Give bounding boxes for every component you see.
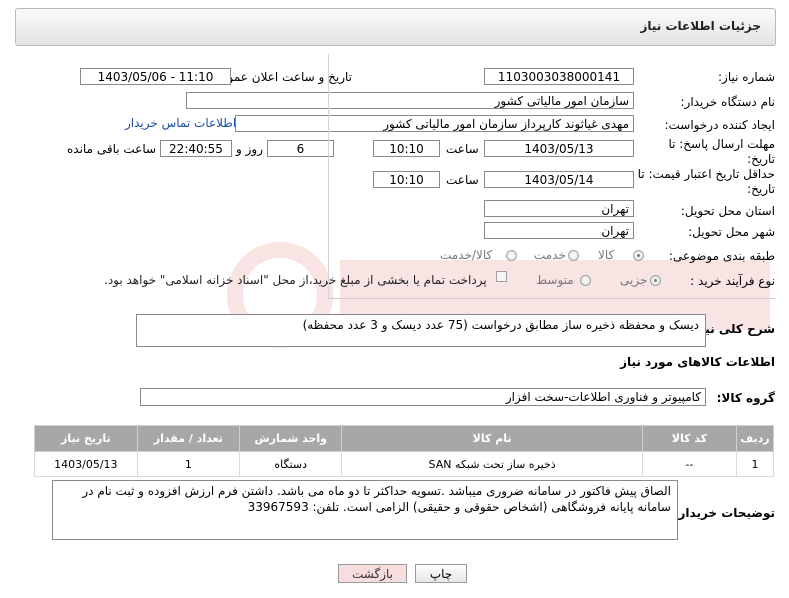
city-field: تهران [484, 222, 634, 239]
deadline-time-field: 10:10 [373, 140, 440, 157]
need-number-label: شماره نیاز: [718, 70, 775, 84]
category-option-goods-service: کالا/خدمت [440, 248, 493, 262]
cell-quantity: 1 [136, 451, 241, 477]
buyer-org-field: سازمان امور مالیاتی کشور [186, 92, 634, 109]
col-need-date: تاریخ نیاز [34, 425, 138, 452]
process-option-minor: جزیی [620, 273, 648, 287]
table-header-row: ردیف کد کالا نام کالا واحد شمارش تعداد /… [34, 425, 774, 452]
description-textarea[interactable]: دیسک و محفظه ذخیره ساز مطابق درخواست (75… [136, 314, 706, 347]
goods-group-label: گروه کالا: [716, 391, 775, 405]
col-quantity: تعداد / مقدار [136, 425, 241, 452]
validity-time-label: ساعت [446, 173, 479, 187]
deadline-date-field: 1403/05/13 [484, 140, 634, 157]
treasury-payment-text: پرداخت تمام یا بخشی از مبلغ خرید،از محل … [104, 273, 487, 287]
buyer-notes-label: توضیحات خریدار: [673, 506, 775, 520]
category-option-goods: کالا [598, 248, 615, 262]
page-title: جزئیات اطلاعات نیاز [640, 19, 761, 33]
col-row-number: ردیف [736, 425, 774, 452]
deadline-time-label: ساعت [446, 142, 479, 156]
category-radio-goods[interactable] [633, 250, 644, 261]
goods-group-field: کامپیوتر و فناوری اطلاعات-سخت افزار [140, 388, 706, 406]
col-unit: واحد شمارش [238, 425, 343, 452]
table-row[interactable]: 1 -- ذخیره ساز تحت شبکه SAN دستگاه 1 140… [34, 451, 774, 477]
cell-goods-name: ذخیره ساز تحت شبکه SAN [341, 451, 643, 477]
print-button[interactable]: چاپ [415, 564, 467, 583]
buyer-contact-link[interactable]: اطلاعات تماس خریدار [125, 116, 236, 130]
col-goods-code: کد کالا [641, 425, 738, 452]
cell-row-number: 1 [736, 451, 774, 477]
days-and-label: روز و [236, 142, 263, 156]
back-button[interactable]: بازگشت [338, 564, 407, 583]
treasury-payment-checkbox[interactable] [496, 271, 507, 282]
deadline-label: مهلت ارسال پاسخ: تا تاریخ: [668, 137, 775, 166]
city-label: شهر محل تحویل: [688, 225, 775, 239]
cell-unit: دستگاه [238, 451, 343, 477]
description-text: دیسک و محفظه ذخیره ساز مطابق درخواست (75… [302, 318, 699, 332]
remaining-time-field: 22:40:55 [160, 140, 232, 157]
announce-field: 1403/05/06 - 11:10 [80, 68, 231, 85]
validity-time-field: 10:10 [373, 171, 440, 188]
process-radio-medium[interactable] [580, 275, 591, 286]
creator-label: ایجاد کننده درخواست: [664, 118, 775, 132]
items-table: ردیف کد کالا نام کالا واحد شمارش تعداد /… [34, 425, 774, 477]
form-divider [328, 54, 329, 298]
province-field: تهران [484, 200, 634, 217]
validity-date-field: 1403/05/14 [484, 171, 634, 188]
category-label: طبقه بندی موضوعی: [668, 249, 775, 263]
remaining-days-field: 6 [267, 140, 334, 157]
goods-info-title: اطلاعات کالاهای مورد نیاز [620, 355, 775, 369]
process-type-label: نوع فرآیند خرید : [690, 274, 775, 288]
validity-label: حداقل تاریخ اعتبار قیمت: تا تاریخ: [637, 167, 775, 196]
cell-need-date: 1403/05/13 [34, 451, 138, 477]
province-label: استان محل تحویل: [680, 204, 775, 218]
remaining-label: ساعت باقی مانده [67, 142, 157, 156]
creator-field: مهدی غیاثوند کارپرداز سازمان امور مالیات… [235, 115, 634, 132]
buyer-notes-text: الصاق پیش فاکتور در سامانه ضروری میباشد … [82, 484, 671, 514]
cell-goods-code: -- [641, 451, 738, 477]
category-radio-goods-service[interactable] [506, 250, 517, 261]
col-goods-name: نام کالا [341, 425, 643, 452]
buyer-org-label: نام دستگاه خریدار: [680, 95, 776, 109]
category-option-service: خدمت [534, 248, 566, 262]
process-option-medium: متوسط [536, 273, 574, 287]
buyer-notes-textarea[interactable]: الصاق پیش فاکتور در سامانه ضروری میباشد … [52, 480, 678, 540]
process-radio-minor[interactable] [650, 275, 661, 286]
header-panel: جزئیات اطلاعات نیاز [15, 8, 776, 46]
section-separator [328, 298, 775, 299]
category-radio-service[interactable] [568, 250, 579, 261]
need-number-field: 1103003038000141 [484, 68, 634, 85]
